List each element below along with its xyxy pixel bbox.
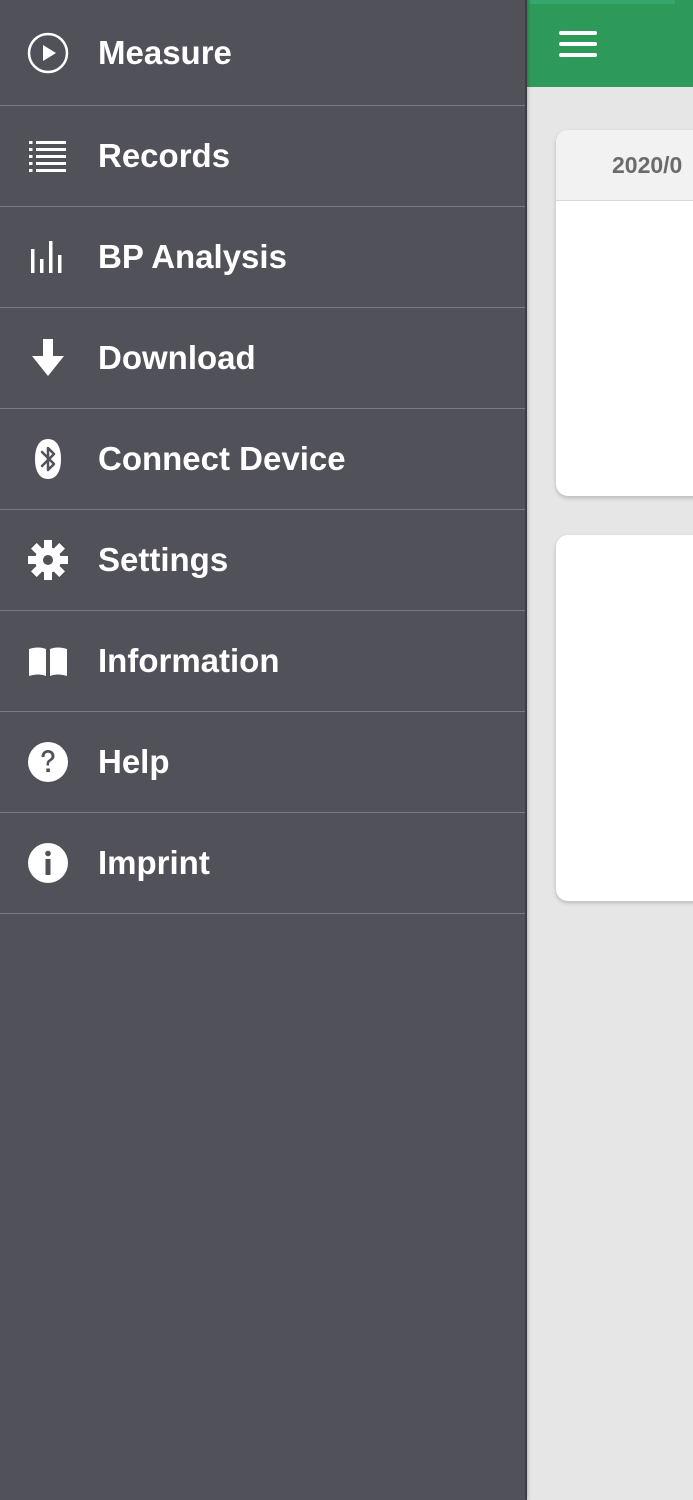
menu-item-imprint[interactable]: Imprint bbox=[0, 813, 525, 914]
hamburger-menu-icon[interactable] bbox=[556, 28, 600, 60]
menu-item-label: Settings bbox=[98, 541, 229, 578]
menu-item-label: Imprint bbox=[98, 844, 210, 881]
menu-item-label: Information bbox=[98, 642, 280, 679]
menu-item-label: Download bbox=[98, 339, 256, 376]
info-circle-icon bbox=[26, 841, 70, 885]
menu-item-bp-analysis[interactable]: BP Analysis bbox=[0, 207, 525, 308]
menu-item-label: Records bbox=[98, 137, 231, 174]
app-bar-accent-line bbox=[530, 0, 675, 4]
menu-item-label: Help bbox=[98, 743, 170, 780]
menu-item-help[interactable]: Help bbox=[0, 712, 525, 813]
app-screen: 2020/0 Measure Records BP Analysis Downl… bbox=[0, 0, 693, 1500]
question-circle-icon bbox=[26, 740, 70, 784]
record-date: 2020/0 bbox=[612, 152, 683, 178]
gear-icon bbox=[26, 538, 70, 582]
bluetooth-icon bbox=[26, 437, 70, 481]
menu-item-connect-device[interactable]: Connect Device bbox=[0, 409, 525, 510]
drawer-edge-shadow bbox=[525, 0, 527, 1500]
record-card-header: 2020/0 bbox=[556, 130, 693, 201]
menu-item-settings[interactable]: Settings bbox=[0, 510, 525, 611]
menu-item-label: BP Analysis bbox=[98, 238, 287, 275]
menu-item-records[interactable]: Records bbox=[0, 106, 525, 207]
play-circle-icon bbox=[26, 31, 70, 75]
record-card[interactable]: 2020/0 bbox=[556, 130, 693, 496]
download-arrow-icon bbox=[26, 336, 70, 380]
menu-item-measure[interactable]: Measure bbox=[0, 0, 525, 106]
menu-item-download[interactable]: Download bbox=[0, 308, 525, 409]
bar-chart-icon bbox=[26, 235, 70, 279]
book-icon bbox=[26, 639, 70, 683]
navigation-drawer: Measure Records BP Analysis Download Con… bbox=[0, 0, 525, 1500]
record-card-secondary[interactable] bbox=[556, 535, 693, 901]
menu-item-label: Measure bbox=[98, 33, 232, 71]
menu-item-information[interactable]: Information bbox=[0, 611, 525, 712]
list-icon bbox=[26, 134, 70, 178]
menu-item-label: Connect Device bbox=[98, 440, 346, 477]
